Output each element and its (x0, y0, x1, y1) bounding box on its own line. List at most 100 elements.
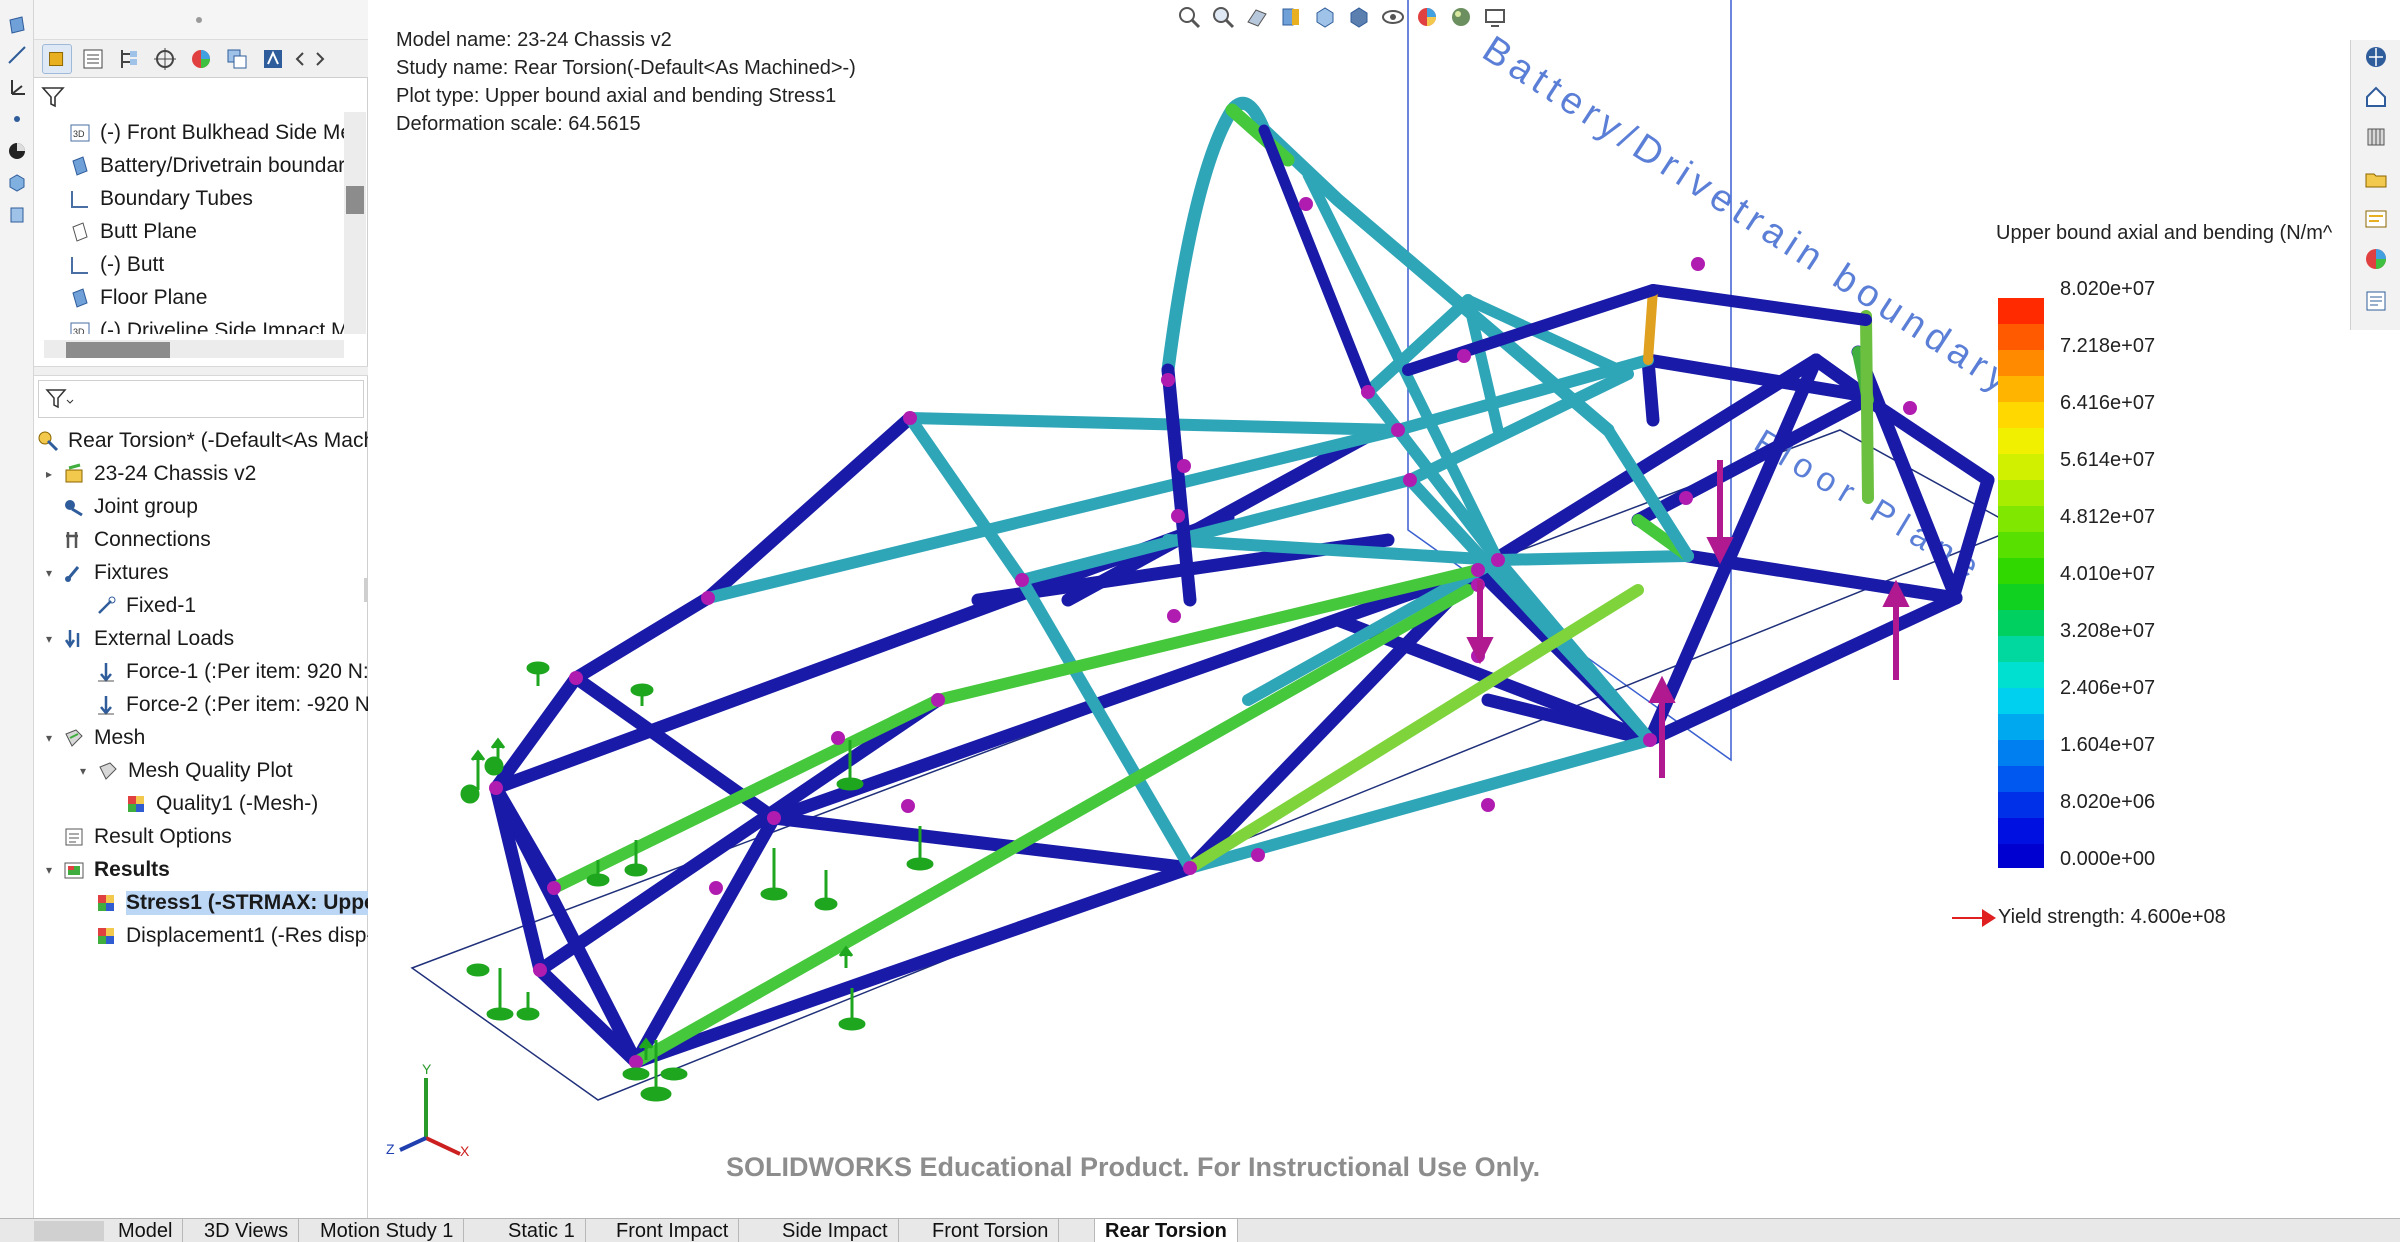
tab-side-impact[interactable]: Side Impact (772, 1219, 899, 1242)
tree-item-battery-boundary-plane[interactable]: Battery/Drivetrain boundar (68, 149, 345, 182)
view-axes-triad: Y X Z (386, 1062, 470, 1159)
appearances-icon[interactable] (2363, 246, 2389, 272)
display-manager-tab-icon[interactable] (186, 44, 216, 74)
configuration-tab-icon[interactable] (114, 44, 144, 74)
section-tool-icon[interactable] (6, 204, 28, 226)
tree-item-force-2[interactable]: Force-2 (:Per item: -920 N: (94, 688, 368, 721)
study-root-label: Rear Torsion* (-Default<As Mach (68, 428, 368, 452)
tree-item-label: Force-2 (:Per item: -920 N: (126, 692, 368, 716)
tree-item-floor-plane[interactable]: Floor Plane (68, 281, 207, 314)
custom-properties-icon[interactable] (2363, 288, 2389, 314)
axis-tool-icon[interactable] (6, 76, 28, 98)
feature-tree-scroll-thumb[interactable] (346, 186, 364, 214)
connections-icon (66, 531, 78, 548)
study-root[interactable]: Rear Torsion* (-Default<As Mach (36, 424, 368, 457)
collapse-arrow-icon[interactable]: ▾ (76, 764, 90, 778)
tree-item-joint-group[interactable]: Joint group (62, 490, 198, 523)
tree-item-force-1[interactable]: Force-1 (:Per item: 920 N:) (94, 655, 368, 688)
tree-item-label: Mesh (94, 725, 146, 749)
tree-item-driveline-sketch[interactable]: 3D (-) Driveline Side Impact M (68, 314, 349, 334)
tab-scroll-left-icon[interactable] (290, 44, 310, 74)
tree-item-external-loads[interactable]: ▾ External Loads (42, 622, 234, 655)
view-cube-icon[interactable] (6, 172, 28, 194)
tab-static-1[interactable]: Static 1 (498, 1219, 586, 1242)
yield-arrow-icon (1952, 908, 1996, 927)
tree-item-stress-1[interactable]: Stress1 (-STRMAX: Uppe (94, 886, 368, 919)
expand-arrow-icon[interactable]: ▸ (42, 467, 56, 481)
filter-icon[interactable] (40, 84, 66, 110)
filter-dropdown-icon[interactable] (45, 387, 75, 411)
tree-item-label: Battery/Drivetrain boundar (100, 153, 346, 177)
task-pane-tabs (2350, 40, 2400, 330)
tree-item-butt-sketch[interactable]: (-) Butt (68, 248, 164, 281)
tab-rear-torsion[interactable]: Rear Torsion (1094, 1219, 1238, 1242)
collapse-arrow-icon[interactable]: ▾ (42, 566, 56, 580)
legend-value: 5.614e+07 (2060, 449, 2156, 471)
tree-item-mesh[interactable]: ▾ Mesh (42, 721, 145, 754)
collapse-arrow-icon[interactable]: ▾ (42, 731, 56, 745)
dimxpert-tab-icon[interactable] (150, 44, 180, 74)
appearance-tab-icon[interactable] (258, 44, 288, 74)
tree-item-label: (-) Front Bulkhead Side Me (100, 120, 353, 144)
tree-item-butt-plane[interactable]: Butt Plane (68, 215, 197, 248)
chassis-stress-plot[interactable]: Battery/Drivetrain boundary Floor Plane (368, 0, 2400, 1218)
file-explorer-icon[interactable] (2363, 166, 2389, 192)
tab-scroll-right-icon[interactable] (310, 44, 330, 74)
legend-color-bar[interactable] (1998, 298, 2044, 868)
tree-item-fixtures[interactable]: ▾ Fixtures (42, 556, 169, 589)
tree-item-results[interactable]: ▾ Results (42, 853, 170, 886)
graphics-area[interactable]: Model name: 23-24 Chassis v2 Study name:… (368, 0, 2400, 1218)
simulation-tab-icon[interactable] (42, 44, 72, 74)
legend-value: 4.812e+07 (2060, 506, 2156, 528)
tree-item-connections[interactable]: Connections (62, 523, 211, 556)
yield-strength-marker: Yield strength: 4.600e+08 (1950, 906, 2226, 929)
tree-item-label: External Loads (94, 626, 235, 650)
sketch-icon (71, 190, 88, 208)
legend-value: 1.604e+07 (2060, 734, 2156, 756)
cam-tab-icon[interactable] (222, 44, 252, 74)
line-tool-icon[interactable] (6, 44, 28, 66)
collapse-arrow-icon[interactable]: ▾ (42, 632, 56, 646)
tab-model[interactable]: Model (108, 1219, 184, 1242)
axis-x-label: X (460, 1143, 470, 1159)
plane-tool-icon[interactable] (6, 14, 28, 36)
feature-tree-hscroll-thumb[interactable] (66, 342, 170, 358)
legend-value: 7.218e+07 (2060, 335, 2156, 357)
tree-item-label: Result Options (94, 824, 232, 848)
view-palette-icon[interactable] (2363, 206, 2389, 232)
tab-scroll-buttons[interactable] (34, 1221, 104, 1241)
legend-value: 4.010e+07 (2060, 563, 2156, 585)
point-tool-icon[interactable] (6, 108, 28, 130)
simulation-filter-box[interactable] (38, 380, 364, 418)
tree-item-label: Stress1 (-STRMAX: Uppe (126, 890, 368, 915)
tab-front-impact[interactable]: Front Impact (606, 1219, 740, 1242)
tab-3d-views[interactable]: 3D Views (194, 1219, 300, 1242)
tree-item-mesh-quality-plot[interactable]: ▾ Mesh Quality Plot (76, 754, 293, 787)
tree-item-boundary-tubes[interactable]: Boundary Tubes (68, 182, 253, 215)
property-manager-tab-icon[interactable] (78, 44, 108, 74)
boundary-plane-label: Battery/Drivetrain boundary (1475, 28, 2022, 403)
home-icon[interactable] (2363, 84, 2389, 110)
tree-item-front-bulkhead-sketch[interactable]: 3D (-) Front Bulkhead Side Me (68, 116, 352, 149)
tab-front-torsion[interactable]: Front Torsion (922, 1219, 1060, 1242)
tree-item-result-options[interactable]: Result Options (62, 820, 232, 853)
plot-icon (98, 927, 114, 944)
tree-item-label: Fixtures (94, 560, 169, 584)
axis-z-label: Z (386, 1141, 395, 1157)
feature-tree-scrollbar[interactable] (344, 112, 366, 334)
tree-item-fixed-1[interactable]: Fixed-1 (94, 589, 196, 622)
tab-motion-study-1[interactable]: Motion Study 1 (310, 1219, 465, 1242)
tree-item-displacement-1[interactable]: Displacement1 (-Res disp- (94, 919, 368, 952)
panel-grip[interactable] (34, 0, 368, 40)
legend-title: Upper bound axial and bending (N/m^ (1996, 222, 2333, 244)
tree-item-quality-1[interactable]: Quality1 (-Mesh-) (124, 787, 318, 820)
solidworks-resources-icon[interactable] (2363, 44, 2389, 70)
3d-sketch-icon: 3D (70, 124, 90, 141)
panel-tab-bar (34, 40, 368, 78)
fixed-icon (98, 596, 116, 614)
render-tool-icon[interactable] (6, 140, 28, 162)
panel-splitter[interactable] (34, 366, 368, 376)
design-library-icon[interactable] (2363, 124, 2389, 150)
collapse-arrow-icon[interactable]: ▾ (42, 863, 56, 877)
tree-item-chassis-part[interactable]: ▸ 23-24 Chassis v2 (42, 457, 256, 490)
